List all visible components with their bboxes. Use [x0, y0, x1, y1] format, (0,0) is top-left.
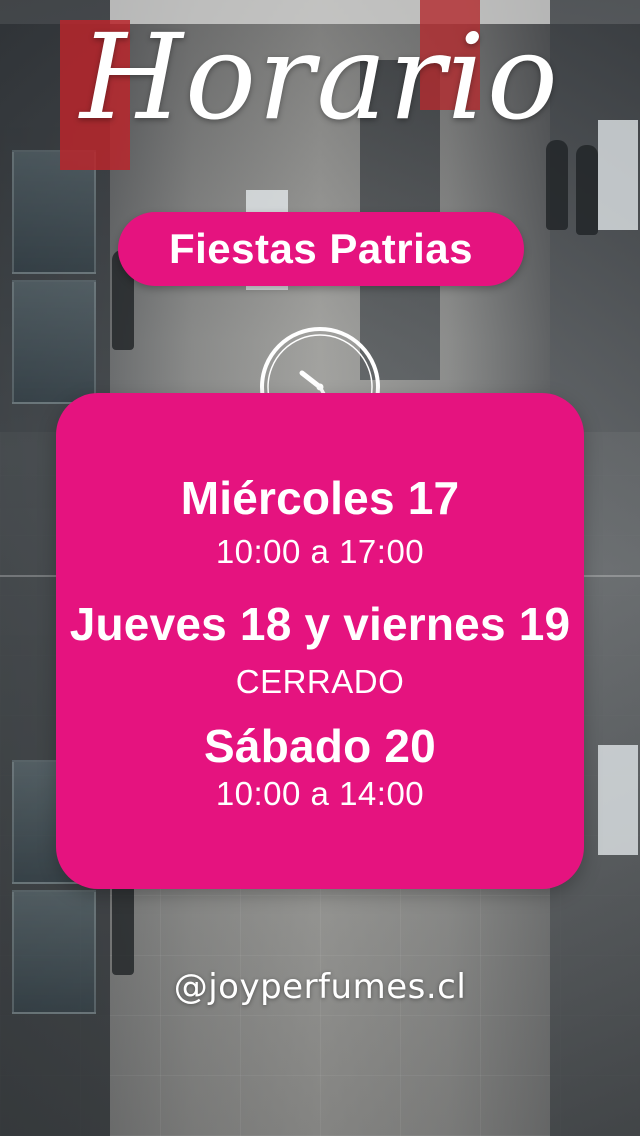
schedule-hours-3: 10:00 a 14:00	[215, 775, 425, 812]
schedule-day-1: Miércoles 17	[180, 472, 460, 524]
poster-sign	[598, 745, 638, 855]
page-title: Horario	[80, 8, 560, 146]
instagram-handle: @joyperfumes.cl	[173, 967, 467, 1007]
schedule-hours-2: CERRADO	[235, 663, 405, 700]
display-case	[12, 280, 96, 404]
person-silhouette	[112, 880, 134, 975]
person-silhouette	[546, 140, 568, 230]
story-canvas: Horario Fiestas Patrias Miércoles 17 10:…	[0, 0, 640, 1136]
poster-sign	[598, 120, 638, 230]
schedule-hours-1: 10:00 a 17:00	[215, 533, 425, 570]
schedule-card: Miércoles 17 10:00 a 17:00 Jueves 18 y v…	[56, 393, 584, 889]
person-silhouette	[576, 145, 598, 235]
schedule-day-2: Jueves 18 y viernes 19	[69, 598, 571, 650]
schedule-day-3: Sábado 20	[204, 720, 436, 772]
subtitle-badge: Fiestas Patrias	[118, 212, 524, 286]
subtitle-label: Fiestas Patrias	[168, 225, 473, 272]
